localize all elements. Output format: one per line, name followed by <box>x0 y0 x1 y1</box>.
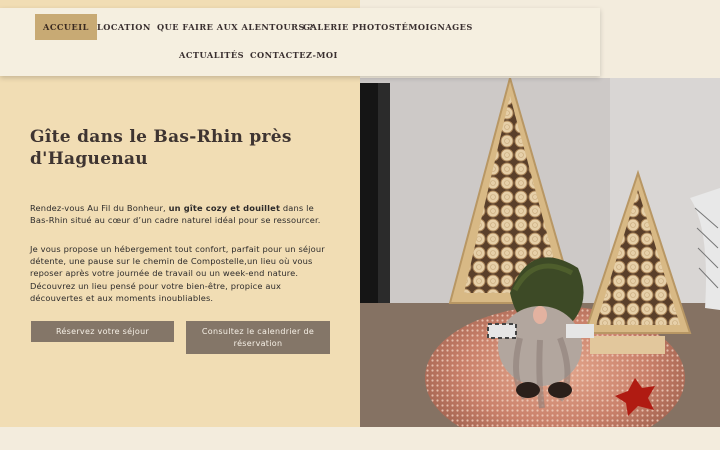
footer-strip <box>0 427 720 450</box>
intro-highlight: un gîte cozy et douillet <box>168 203 281 213</box>
hero-description-paragraph: Je vous propose un hébergement tout conf… <box>30 244 325 303</box>
nav-item-location[interactable]: LOCATION <box>97 14 151 40</box>
hero-photo <box>360 78 720 427</box>
nav-item-que-faire[interactable]: QUE FAIRE AUX ALENTOURS ? <box>157 14 314 40</box>
nav-item-temoignages[interactable]: TÉMOIGNAGES <box>395 14 473 40</box>
hero-intro-paragraph: Rendez-vous Au Fil du Bonheur, un gîte c… <box>30 202 330 226</box>
nav-item-actualites[interactable]: ACTUALITÉS <box>179 42 244 68</box>
nav-item-accueil[interactable]: ACCUEIL <box>35 14 97 40</box>
nav-item-contactez-moi[interactable]: CONTACTEZ-MOI <box>250 42 338 68</box>
reserve-stay-button[interactable]: Réservez votre séjour <box>31 321 174 342</box>
gnome-decor-photo <box>360 78 720 427</box>
main-navigation: ACCUEIL LOCATION QUE FAIRE AUX ALENTOURS… <box>0 8 600 76</box>
page-title: Gîte dans le Bas-Rhin près d'Haguenau <box>30 127 292 169</box>
view-calendar-button[interactable]: Consultez le calendrier de réservation <box>186 321 330 354</box>
nav-item-galerie-photos[interactable]: GALERIE PHOTOS <box>303 14 395 40</box>
intro-text-start: Rendez-vous Au Fil du Bonheur, <box>30 203 169 213</box>
